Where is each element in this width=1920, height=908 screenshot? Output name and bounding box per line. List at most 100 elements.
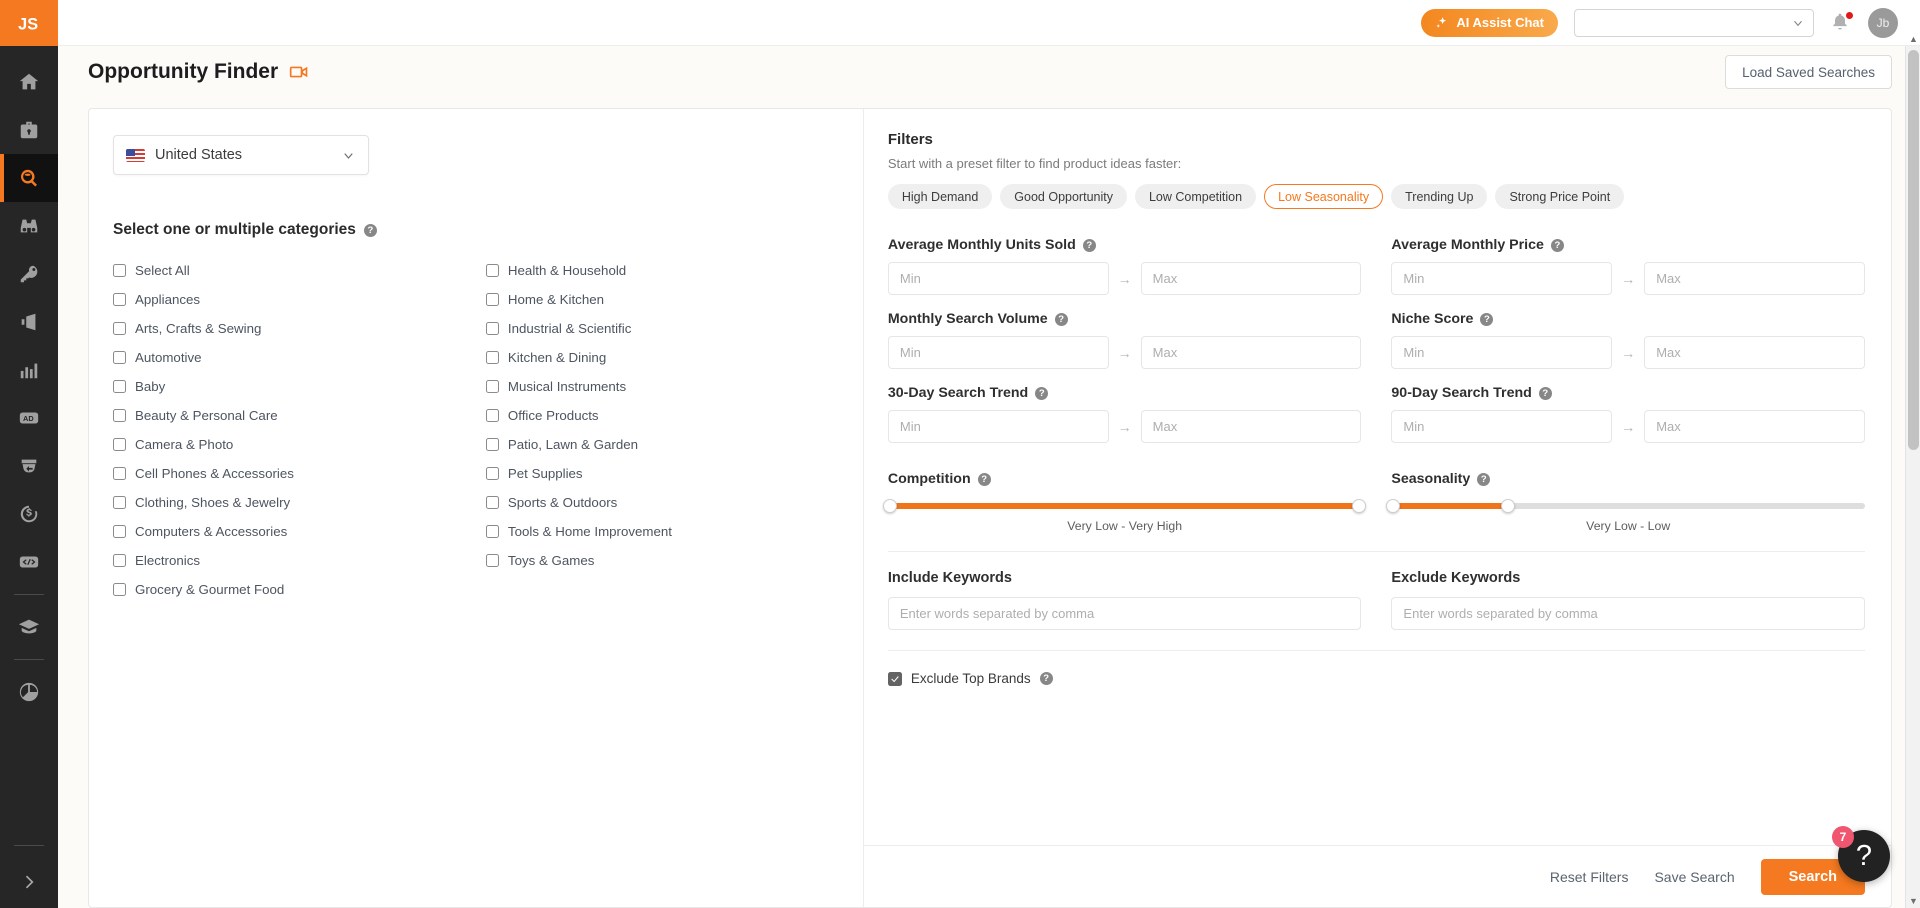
category-item[interactable]: Automotive: [113, 343, 466, 372]
range-slider-track[interactable]: [882, 499, 1367, 513]
category-item[interactable]: Arts, Crafts & Sewing: [113, 314, 466, 343]
category-checkbox[interactable]: [113, 525, 126, 538]
category-item[interactable]: Cell Phones & Accessories: [113, 459, 466, 488]
save-search-button[interactable]: Save Search: [1654, 869, 1734, 885]
sidebar-item-finance[interactable]: [0, 490, 58, 538]
min-input[interactable]: [1391, 262, 1613, 295]
sidebar-item-keyword-scout[interactable]: [0, 250, 58, 298]
category-item[interactable]: Select All: [113, 256, 466, 285]
category-checkbox[interactable]: [113, 351, 126, 364]
category-checkbox[interactable]: [113, 264, 126, 277]
category-item[interactable]: Home & Kitchen: [485, 285, 839, 314]
exclude-keywords-input[interactable]: [1391, 597, 1865, 630]
help-icon[interactable]: ?: [363, 223, 377, 237]
category-item[interactable]: Health & Household: [485, 256, 839, 285]
help-icon[interactable]: ?: [1480, 312, 1494, 326]
category-item[interactable]: Office Products: [485, 401, 839, 430]
sidebar-item-marketing[interactable]: [0, 298, 58, 346]
account-select[interactable]: [1574, 8, 1814, 37]
category-item[interactable]: Baby: [113, 372, 466, 401]
notifications-button[interactable]: [1830, 10, 1854, 34]
preset-filter-low-seasonality[interactable]: Low Seasonality: [1264, 184, 1384, 209]
app-logo[interactable]: JS: [0, 0, 58, 46]
preset-filter-high-demand[interactable]: High Demand: [887, 184, 993, 209]
category-checkbox[interactable]: [113, 409, 126, 422]
category-item[interactable]: Clothing, Shoes & Jewelry: [113, 488, 466, 517]
category-checkbox[interactable]: [485, 264, 499, 277]
min-input[interactable]: [1391, 336, 1613, 369]
category-checkbox[interactable]: [485, 351, 499, 364]
category-checkbox[interactable]: [113, 554, 126, 567]
category-item[interactable]: Musical Instruments: [485, 372, 839, 401]
scroll-down-arrow[interactable]: ▼: [1906, 893, 1920, 908]
category-checkbox[interactable]: [485, 496, 499, 509]
range-slider-track[interactable]: [1386, 499, 1865, 513]
category-checkbox[interactable]: [485, 409, 499, 422]
category-item[interactable]: Electronics: [113, 546, 466, 575]
category-checkbox[interactable]: [113, 496, 126, 509]
category-checkbox[interactable]: [485, 322, 499, 335]
max-input[interactable]: [1140, 336, 1362, 369]
sidebar-item-analytics[interactable]: [0, 346, 58, 394]
sidebar-item-product-database[interactable]: [0, 106, 58, 154]
preset-filter-strong-price-point[interactable]: Strong Price Point: [1495, 184, 1625, 209]
ai-assist-chat-button[interactable]: AI Assist Chat: [1421, 8, 1558, 37]
preset-filter-low-competition[interactable]: Low Competition: [1134, 184, 1257, 209]
reset-filters-button[interactable]: Reset Filters: [1550, 869, 1629, 885]
category-item[interactable]: Computers & Accessories: [113, 517, 466, 546]
category-item[interactable]: Sports & Outdoors: [485, 488, 839, 517]
scrollbar-thumb[interactable]: [1908, 50, 1919, 450]
min-input[interactable]: [887, 410, 1109, 443]
page-scrollbar[interactable]: ▲ ▼: [1905, 34, 1920, 908]
user-avatar[interactable]: Jb: [1868, 7, 1898, 38]
category-checkbox[interactable]: [485, 438, 499, 451]
category-item[interactable]: Grocery & Gourmet Food: [113, 575, 466, 604]
category-item[interactable]: Camera & Photo: [113, 430, 466, 459]
sidebar-item-developer[interactable]: [0, 538, 58, 586]
category-checkbox[interactable]: [485, 467, 499, 480]
exclude-top-brands-checkbox[interactable]: [887, 671, 902, 686]
video-tutorial-button[interactable]: [289, 62, 309, 82]
category-checkbox[interactable]: [485, 525, 499, 538]
sidebar-item-inventory[interactable]: [0, 442, 58, 490]
exclude-top-brands-row[interactable]: Exclude Top Brands ?: [887, 671, 1865, 686]
sidebar-item-advertising[interactable]: AD: [0, 394, 58, 442]
help-icon[interactable]: ?: [1538, 386, 1552, 400]
country-select[interactable]: United States: [113, 135, 369, 175]
sidebar-item-opportunity-finder[interactable]: [0, 154, 58, 202]
category-checkbox[interactable]: [485, 554, 499, 567]
max-input[interactable]: [1644, 336, 1866, 369]
min-input[interactable]: [887, 262, 1109, 295]
help-fab-button[interactable]: ? 7: [1832, 826, 1890, 882]
help-icon[interactable]: ?: [1054, 312, 1068, 326]
category-item[interactable]: Appliances: [113, 285, 466, 314]
max-input[interactable]: [1140, 410, 1362, 443]
category-item[interactable]: Beauty & Personal Care: [113, 401, 466, 430]
load-saved-searches-button[interactable]: Load Saved Searches: [1725, 55, 1892, 89]
range-slider-knob-min[interactable]: [1386, 499, 1401, 513]
sidebar-item-product-tracker[interactable]: [0, 202, 58, 250]
max-input[interactable]: [1644, 410, 1866, 443]
range-slider-knob-max[interactable]: [1352, 499, 1367, 513]
sidebar-item-extension[interactable]: [0, 668, 58, 716]
category-item[interactable]: Pet Supplies: [485, 459, 839, 488]
range-slider-knob-min[interactable]: [882, 499, 897, 513]
max-input[interactable]: [1644, 262, 1866, 295]
max-input[interactable]: [1140, 262, 1362, 295]
category-item[interactable]: Industrial & Scientific: [485, 314, 839, 343]
category-checkbox[interactable]: [113, 438, 126, 451]
category-checkbox[interactable]: [485, 293, 499, 306]
scroll-up-arrow[interactable]: ▲: [1906, 31, 1920, 46]
help-icon[interactable]: ?: [1039, 672, 1053, 685]
category-checkbox[interactable]: [113, 467, 126, 480]
category-item[interactable]: Patio, Lawn & Garden: [485, 430, 839, 459]
category-checkbox[interactable]: [113, 293, 126, 306]
help-icon[interactable]: ?: [977, 472, 991, 486]
range-slider-knob-max[interactable]: [1500, 499, 1515, 513]
min-input[interactable]: [1391, 410, 1613, 443]
category-item[interactable]: Tools & Home Improvement: [485, 517, 839, 546]
include-keywords-input[interactable]: [887, 597, 1362, 630]
category-checkbox[interactable]: [113, 583, 126, 596]
help-icon[interactable]: ?: [1477, 472, 1491, 486]
preset-filter-good-opportunity[interactable]: Good Opportunity: [1000, 184, 1127, 209]
